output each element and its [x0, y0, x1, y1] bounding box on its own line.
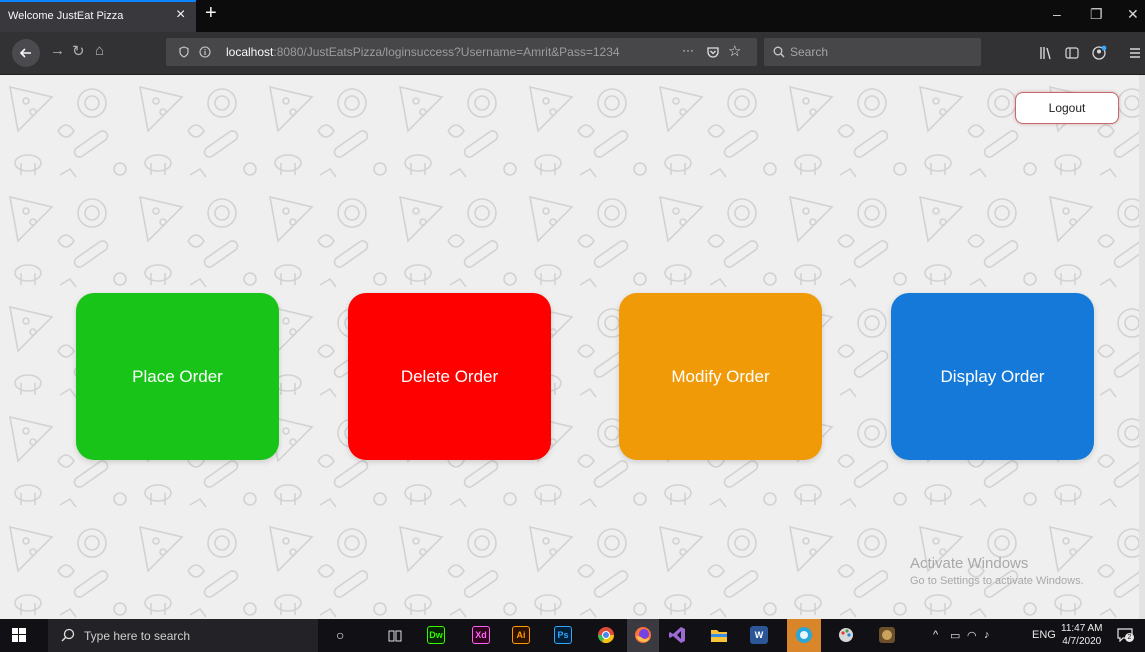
- close-window-button[interactable]: ✕: [1127, 6, 1139, 23]
- url-host: localhost: [226, 45, 274, 59]
- nav-bar: → ↻ ⌂ localhost:8080/JustEatsPizza/login…: [0, 32, 1145, 75]
- sidebar-icon: [1065, 47, 1079, 59]
- chrome-icon[interactable]: [597, 626, 615, 644]
- activate-windows-watermark: Activate Windows Go to Settings to activ…: [910, 555, 1084, 587]
- search-icon: [61, 628, 75, 642]
- url-text[interactable]: localhost:8080/JustEatsPizza/loginsucces…: [226, 45, 620, 59]
- firefox-icon: [635, 627, 651, 643]
- forward-icon[interactable]: →: [50, 42, 65, 59]
- back-arrow-icon: [19, 48, 31, 58]
- shield-icon: [179, 46, 189, 58]
- watermark-title: Activate Windows: [910, 555, 1029, 572]
- file-explorer-icon[interactable]: [710, 627, 728, 643]
- page-scrollbar[interactable]: [1139, 75, 1145, 619]
- windows-start-icon[interactable]: [12, 628, 26, 642]
- dreamweaver-icon[interactable]: Dw: [427, 626, 445, 644]
- watermark-subtitle: Go to Settings to activate Windows.: [910, 575, 1084, 587]
- back-button[interactable]: [12, 39, 40, 67]
- volume-icon[interactable]: ♪: [984, 629, 990, 641]
- home-icon[interactable]: ⌂: [95, 42, 104, 59]
- photoshop-icon[interactable]: Ps: [554, 626, 572, 644]
- word-icon[interactable]: W: [750, 626, 768, 644]
- bookmark-star-icon[interactable]: ☆: [728, 42, 741, 60]
- library-icon: [1040, 47, 1051, 60]
- page-actions-icon[interactable]: ···: [682, 43, 694, 57]
- paint-icon[interactable]: [837, 626, 855, 644]
- clock-time: 11:47 AM: [1061, 623, 1103, 634]
- pocket-icon: [707, 47, 719, 58]
- account-icon: [1092, 45, 1107, 60]
- place-order-button[interactable]: Place Order: [76, 293, 279, 460]
- wifi-icon[interactable]: ◠: [967, 629, 977, 642]
- modify-order-button[interactable]: Modify Order: [619, 293, 822, 460]
- logout-button[interactable]: Logout: [1015, 92, 1119, 124]
- new-tab-button[interactable]: +: [205, 2, 217, 25]
- delete-order-button[interactable]: Delete Order: [348, 293, 551, 460]
- app-photo-icon[interactable]: [878, 626, 896, 644]
- search-icon: [773, 46, 785, 58]
- active-tab[interactable]: Welcome JustEat Pizza ×: [0, 0, 196, 32]
- tab-title: Welcome JustEat Pizza: [8, 10, 124, 22]
- page-content: Logout Place Order Delete Order Modify O…: [0, 75, 1145, 619]
- taskbar-orange-app[interactable]: [787, 619, 821, 652]
- url-bar[interactable]: localhost:8080/JustEatsPizza/loginsucces…: [166, 38, 757, 66]
- taskbar-search-box[interactable]: Type here to search: [48, 619, 318, 652]
- task-view-icon[interactable]: [388, 629, 402, 643]
- cortana-icon[interactable]: ○: [336, 627, 344, 643]
- notification-center-icon[interactable]: 2: [1117, 628, 1134, 643]
- taskbar-search-placeholder: Type here to search: [84, 629, 191, 643]
- notification-count: 2: [1125, 633, 1134, 642]
- language-indicator[interactable]: ENG: [1032, 629, 1056, 641]
- illustrator-icon[interactable]: Ai: [512, 626, 530, 644]
- clock-date: 4/7/2020: [1062, 636, 1102, 647]
- info-icon: [199, 46, 211, 58]
- clock[interactable]: 11:47 AM 4/7/2020: [1061, 622, 1103, 648]
- show-hidden-icons[interactable]: ^: [933, 629, 938, 641]
- url-path: :8080/JustEatsPizza/loginsuccess?Usernam…: [273, 45, 620, 59]
- reload-icon[interactable]: ↻: [72, 42, 85, 60]
- tab-close-icon[interactable]: ×: [176, 6, 185, 24]
- restore-button[interactable]: ❐: [1090, 6, 1103, 23]
- menu-icon: [1130, 48, 1140, 58]
- app-globe-icon: [796, 627, 812, 643]
- display-order-button[interactable]: Display Order: [891, 293, 1094, 460]
- search-bar[interactable]: Search: [764, 38, 981, 66]
- visual-studio-icon[interactable]: [668, 626, 686, 644]
- battery-icon[interactable]: ▭: [950, 629, 960, 642]
- tab-bar: Welcome JustEat Pizza × + – ❐ ✕: [0, 0, 1145, 32]
- minimize-button[interactable]: –: [1053, 6, 1061, 22]
- xd-icon[interactable]: Xd: [472, 626, 490, 644]
- firefox-taskbar-active[interactable]: [627, 619, 659, 652]
- taskbar: Type here to search ○ Dw Xd Ai Ps W ^ ▭ …: [0, 619, 1145, 652]
- search-placeholder: Search: [790, 45, 829, 59]
